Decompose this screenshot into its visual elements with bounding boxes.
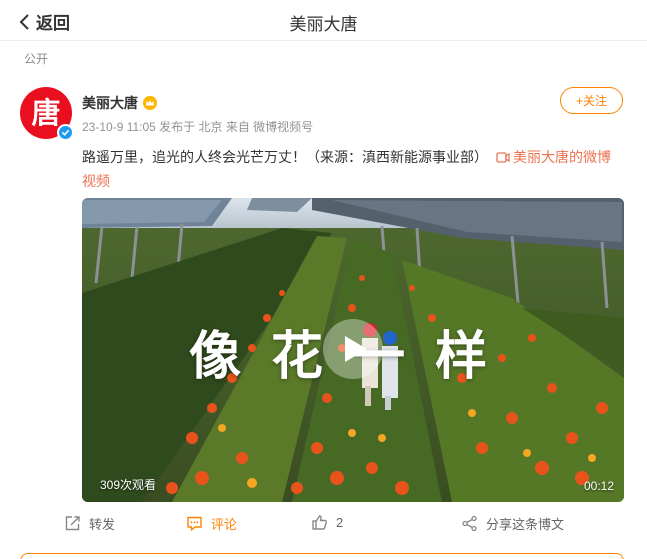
view-count: 309次观看 <box>100 478 157 492</box>
top-bar: 返回 美丽大唐 <box>0 0 647 41</box>
repost-icon <box>65 516 80 531</box>
next-card-edge <box>20 553 624 559</box>
play-icon <box>344 336 367 362</box>
avatar-logo: 唐 <box>31 95 61 130</box>
video-duration: 00:12 <box>583 479 614 493</box>
post-meta: 23-10-9 11:05 发布于 北京 来自 微博视频号 <box>82 120 314 134</box>
comment-button[interactable]: 评论 <box>186 514 237 533</box>
username-row: 美丽大唐 <box>82 93 157 113</box>
video-link-icon <box>496 152 510 163</box>
follow-label: +关注 <box>575 94 607 108</box>
repost-button[interactable]: 转发 <box>64 514 115 533</box>
crown-icon <box>143 96 157 110</box>
follow-button[interactable]: +关注 <box>560 87 623 114</box>
page-title: 美丽大唐 <box>289 15 358 34</box>
comment-icon <box>187 516 202 531</box>
action-bar: 转发 评论 2 分享这条博文 <box>0 508 647 538</box>
share-icon <box>462 515 477 532</box>
video-player[interactable]: 像花一样 309次观看 00:12 <box>82 198 624 502</box>
post-text: 路遥万里，追光的人终会光芒万丈！（来源：滇西新能源事业部） 美丽大唐的微博视频 <box>82 145 622 193</box>
visibility-label: 公开 <box>24 52 49 66</box>
username[interactable]: 美丽大唐 <box>82 93 138 113</box>
verified-badge-icon <box>57 124 74 141</box>
like-button[interactable]: 2 <box>311 514 343 531</box>
share-label: 分享这条博文 <box>486 517 565 532</box>
comment-label: 评论 <box>211 517 238 532</box>
thumbs-up-icon <box>312 515 327 530</box>
post-body: 路遥万里，追光的人终会光芒万丈！（来源：滇西新能源事业部） <box>82 149 488 165</box>
like-count: 2 <box>336 515 344 530</box>
play-button[interactable] <box>323 319 383 379</box>
share-button[interactable]: 分享这条博文 <box>461 514 564 533</box>
repost-label: 转发 <box>89 517 116 532</box>
